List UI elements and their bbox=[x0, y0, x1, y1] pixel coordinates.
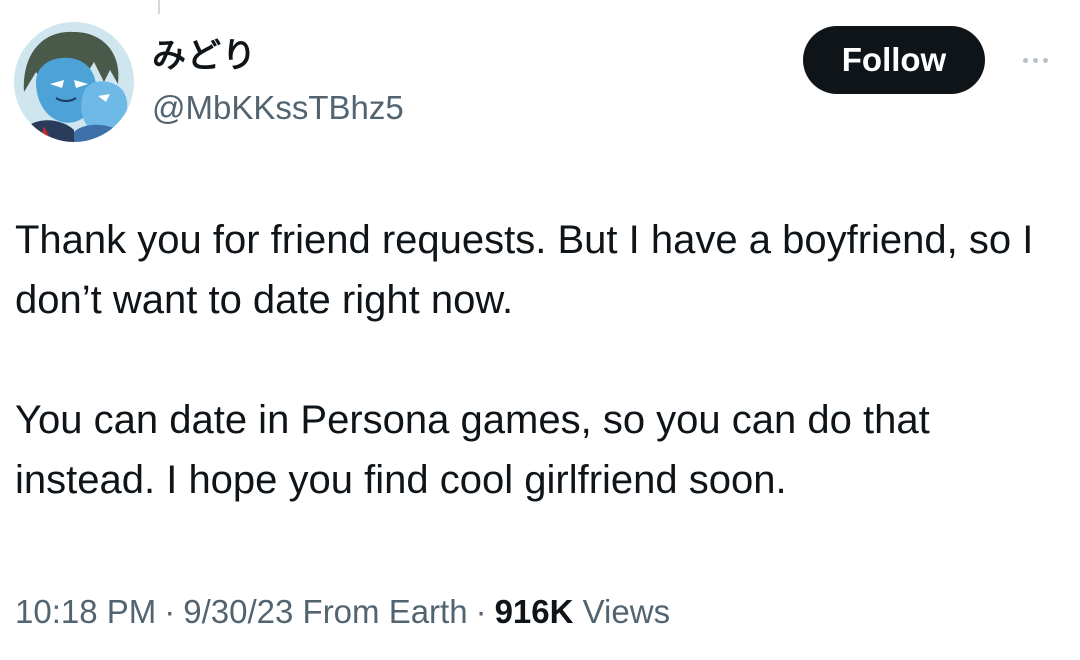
tweet-body: Thank you for friend requests. But I hav… bbox=[15, 210, 1070, 510]
separator: · bbox=[475, 593, 487, 630]
tweet-location: From Earth bbox=[302, 593, 468, 630]
more-dot bbox=[1022, 57, 1028, 63]
tweet-paragraph: You can date in Persona games, so you ca… bbox=[15, 398, 930, 502]
more-horizontal-icon[interactable] bbox=[1008, 46, 1062, 74]
tweet-card: みどり @MbKKssTBhz5 Follow Thank you for fr… bbox=[0, 0, 1080, 660]
thread-line bbox=[158, 0, 160, 14]
views-label: Views bbox=[582, 593, 671, 630]
separator: · bbox=[164, 593, 176, 630]
display-name[interactable]: みどり bbox=[152, 36, 257, 76]
more-dot bbox=[1032, 57, 1038, 63]
avatar[interactable] bbox=[14, 22, 134, 142]
tweet-date[interactable]: 9/30/23 bbox=[183, 593, 293, 630]
tweet-time[interactable]: 10:18 PM bbox=[15, 593, 156, 630]
tweet-metadata: 10:18 PM · 9/30/23 From Earth · 916K Views bbox=[15, 590, 670, 634]
tweet-paragraph: Thank you for friend requests. But I hav… bbox=[15, 218, 1034, 322]
more-dot bbox=[1042, 57, 1048, 63]
avatar-image bbox=[14, 22, 134, 142]
follow-button[interactable]: Follow bbox=[803, 26, 985, 94]
views-count[interactable]: 916K bbox=[495, 593, 574, 630]
user-handle[interactable]: @MbKKssTBhz5 bbox=[152, 88, 404, 128]
